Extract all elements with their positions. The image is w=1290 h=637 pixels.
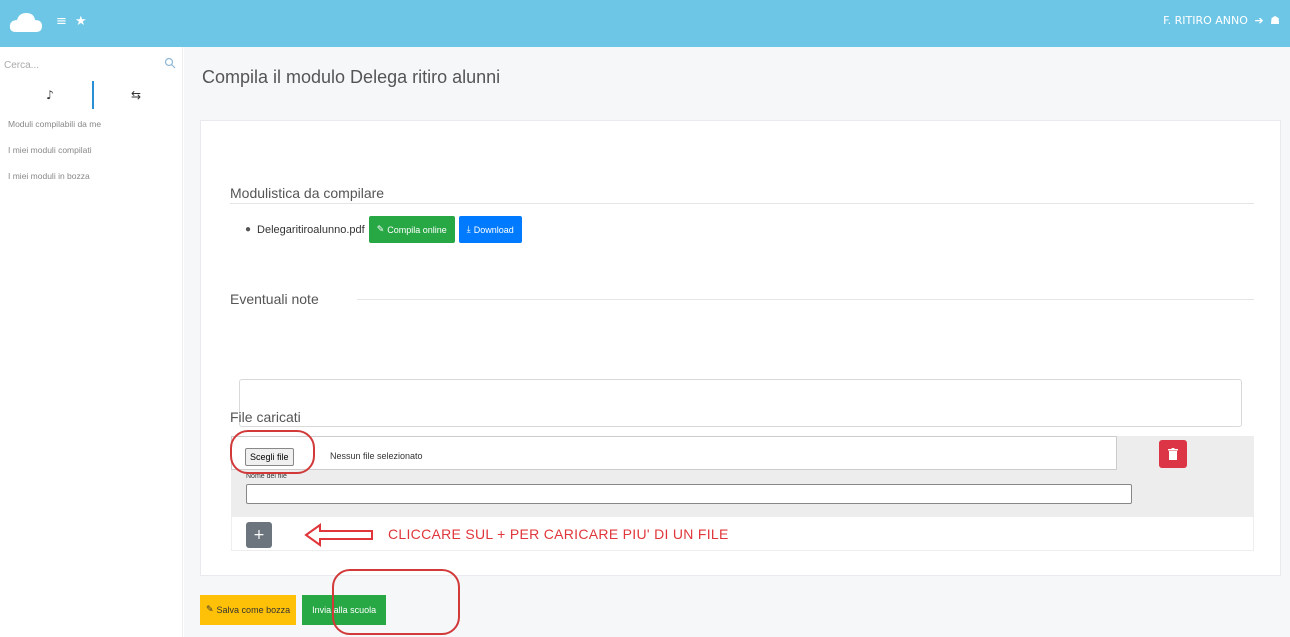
upload-panel: Scegli file Nessun file selezionato Nome…: [231, 436, 1254, 551]
modulistica-title: Modulistica da compilare: [230, 185, 385, 201]
file-name[interactable]: Delegaritiroalunno.pdf: [257, 224, 365, 236]
sidebar-item-bozza[interactable]: I miei moduli in bozza: [8, 169, 101, 195]
sidebar-tabs: ♪ ⇆: [8, 81, 178, 109]
annotation-arrow-icon: [304, 523, 373, 547]
user-menu[interactable]: F. RITIRO ANNO ➔ ☗: [1160, 14, 1280, 27]
sidebar-search: [4, 55, 178, 75]
user-icon[interactable]: ☗: [1270, 14, 1280, 27]
sidebar-item-compilati[interactable]: I miei moduli compilati: [8, 143, 101, 169]
sidebar-item-compilabili[interactable]: Moduli compilabili da me: [8, 117, 101, 143]
file-input[interactable]: Scegli file Nessun file selezionato: [231, 436, 1117, 470]
annotation-text: CLICCARE SUL + PER CARICARE PIU' DI UN F…: [388, 526, 729, 542]
compile-online-label: Compila online: [387, 224, 447, 235]
annotation-circle-submit: [332, 569, 460, 635]
divider: [357, 299, 1254, 300]
delete-file-button[interactable]: [1159, 440, 1187, 468]
file-name-label: Nome del file: [246, 473, 287, 480]
search-icon[interactable]: [164, 57, 176, 69]
download-label: Download: [473, 224, 514, 235]
page-title: Compila il modulo Delega ritiro alunni: [202, 67, 501, 87]
no-file-selected: Nessun file selezionato: [330, 451, 423, 461]
add-row: + CLICCARE SUL + PER CARICARE PIU' DI UN…: [231, 516, 1254, 551]
save-draft-button[interactable]: ✎ Salva come bozza: [200, 595, 297, 625]
uploads-title: File caricati: [230, 409, 301, 425]
main-content: Compila il modulo Delega ritiro alunni M…: [184, 47, 1290, 637]
annotation-circle-choose: [230, 430, 315, 474]
file-item: ● Delegaritiroalunno.pdf ✎ Compila onlin…: [245, 216, 522, 243]
compile-online-button[interactable]: ✎ Compila online: [368, 216, 455, 243]
add-file-button[interactable]: +: [246, 522, 272, 548]
sidebar-menu: Moduli compilabili da me I miei moduli c…: [8, 117, 101, 195]
bullet-icon: ●: [245, 224, 252, 235]
save-draft-label: Salva come bozza: [216, 605, 291, 615]
notes-textarea[interactable]: [239, 379, 1242, 427]
notes-title: Eventuali note: [230, 291, 319, 307]
file-name-input[interactable]: [246, 484, 1132, 504]
user-name[interactable]: F. RITIRO ANNO: [1163, 14, 1248, 27]
download-button[interactable]: ⤓ Download: [458, 216, 522, 243]
edit-icon: ✎: [206, 605, 214, 615]
form-card: Modulistica da compilare ● Delegaritiroa…: [200, 120, 1281, 576]
music-note-icon[interactable]: ♪: [8, 81, 94, 109]
sidebar: ♪ ⇆ Moduli compilabili da me I miei modu…: [0, 47, 183, 637]
top-navbar: ≡ ★ F. RITIRO ANNO ➔ ☗: [0, 0, 1290, 47]
logout-icon[interactable]: ➔: [1254, 14, 1263, 27]
search-input[interactable]: [4, 60, 164, 71]
divider: [230, 203, 1254, 204]
menu-star-icons[interactable]: ≡ ★: [56, 14, 89, 29]
download-icon: ⤓: [466, 224, 471, 235]
swap-icon[interactable]: ⇆: [94, 81, 178, 109]
trash-icon: [1168, 448, 1178, 460]
cloud-logo-icon[interactable]: [8, 10, 44, 34]
pencil-icon: ✎: [376, 224, 385, 235]
